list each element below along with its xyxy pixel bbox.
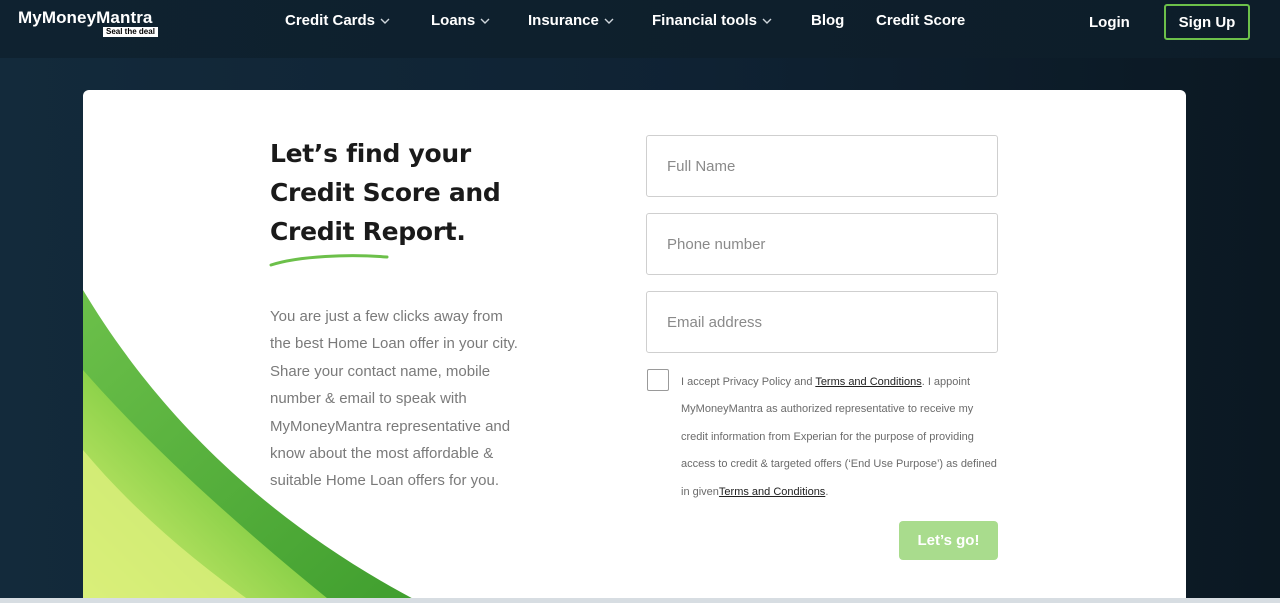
chevron-down-icon [380,18,390,24]
consent-text-1: I accept Privacy Policy and [681,376,816,388]
nav-credit-score[interactable]: Credit Score [876,12,965,29]
nav-blog[interactable]: Blog [811,12,844,29]
nav-label: Insurance [528,12,599,29]
terms-link-2[interactable]: Terms and Conditions [719,486,825,498]
brand-name: MyMoneyMantra [18,8,153,27]
terms-link-1[interactable]: Terms and Conditions [815,376,921,388]
login-link[interactable]: Login [1089,14,1130,31]
consent-text-3: . [825,485,829,498]
title-underline-decoration [269,254,389,267]
bottom-strip [0,598,1280,603]
full-name-input[interactable] [646,135,998,197]
signup-button[interactable]: Sign Up [1164,4,1250,40]
page-title: Let’s find your Credit Score and Credit … [270,139,501,246]
submit-button[interactable]: Let’s go! [899,521,998,560]
top-navbar: MyMoneyMantra Seal the deal Credit Cards… [0,0,1280,58]
nav-credit-cards[interactable]: Credit Cards [285,12,391,29]
nav-financial-tools[interactable]: Financial tools [652,12,773,29]
consent-text-2: . I appoint MyMoneyMantra as authorized … [681,376,997,498]
nav-label: Credit Score [876,12,966,29]
chevron-down-icon [604,18,614,24]
brand-tagline: Seal the deal [103,27,158,37]
hero-description: You are just a few clicks away from the … [270,308,518,490]
chevron-down-icon [762,18,772,24]
chevron-down-icon [480,18,490,24]
email-address-input[interactable] [646,291,998,353]
consent-checkbox[interactable] [647,369,669,391]
nav-label: Loans [431,12,476,29]
nav-label: Financial tools [652,12,758,29]
brand-logo[interactable]: MyMoneyMantra Seal the deal [18,8,158,37]
nav-insurance[interactable]: Insurance [528,12,615,29]
nav-label: Blog [811,12,845,29]
nav-loans[interactable]: Loans [431,12,491,29]
credit-score-card: Let’s find your Credit Score and Credit … [83,90,1186,603]
consent-text: I accept Privacy Policy and Terms and Co… [681,369,1001,506]
phone-number-input[interactable] [646,213,998,275]
nav-label: Credit Cards [285,12,376,29]
